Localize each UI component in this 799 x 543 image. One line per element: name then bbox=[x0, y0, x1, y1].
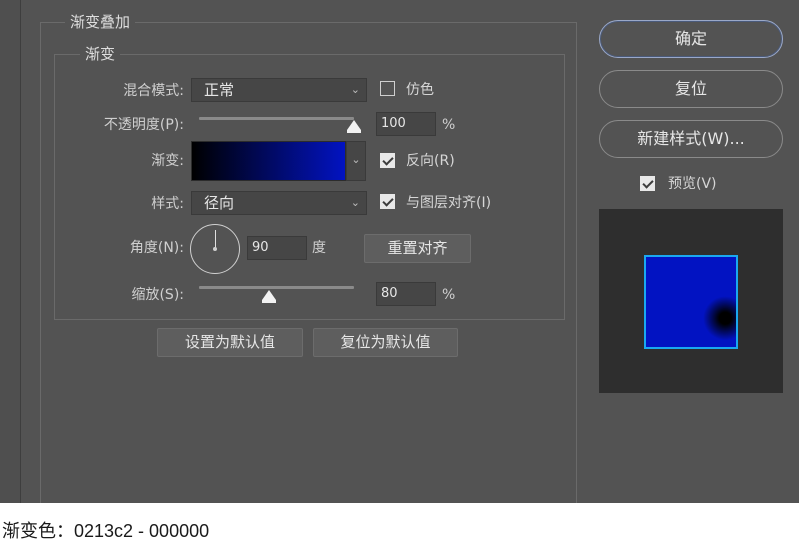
scale-label: 缩放(S): bbox=[131, 287, 184, 303]
preview-thumbnail bbox=[644, 255, 738, 349]
gradient-swatch[interactable] bbox=[191, 141, 346, 181]
reset-button[interactable]: 复位 bbox=[599, 70, 783, 108]
opacity-input[interactable]: 100 bbox=[376, 112, 436, 136]
opacity-slider-track[interactable] bbox=[199, 117, 354, 120]
preview-label: 预览(V) bbox=[668, 176, 717, 192]
gradient-overlay-title: 渐变叠加 bbox=[65, 13, 136, 31]
gradient-label: 渐变: bbox=[151, 153, 184, 169]
gradient-caption: 渐变色：0213c2 - 000000 bbox=[2, 521, 210, 541]
gradient-dropdown[interactable]: ⌄ bbox=[346, 141, 366, 181]
left-panel-edge bbox=[0, 0, 21, 503]
blend-mode-value: 正常 bbox=[204, 81, 235, 99]
angle-label: 角度(N): bbox=[129, 240, 184, 256]
opacity-unit: % bbox=[442, 117, 456, 133]
ok-button[interactable]: 确定 bbox=[599, 20, 783, 58]
opacity-slider-thumb[interactable] bbox=[347, 120, 361, 133]
chevron-down-icon: ⌄ bbox=[351, 153, 361, 166]
reverse-label: 反向(R) bbox=[406, 153, 455, 169]
preview-checkbox[interactable] bbox=[640, 176, 655, 191]
chevron-down-icon: ⌄ bbox=[350, 196, 360, 209]
blend-mode-select[interactable]: 正常 ⌄ bbox=[191, 78, 367, 102]
reset-alignment-button[interactable]: 重置对齐 bbox=[364, 234, 471, 263]
angle-input[interactable]: 90 bbox=[247, 236, 307, 260]
reverse-checkbox[interactable] bbox=[380, 153, 395, 168]
style-value: 径向 bbox=[204, 194, 235, 212]
opacity-label: 不透明度(P): bbox=[103, 117, 184, 133]
new-style-button[interactable]: 新建样式(W)... bbox=[599, 120, 783, 158]
dither-checkbox[interactable] bbox=[380, 81, 395, 96]
angle-unit: 度 bbox=[312, 240, 326, 256]
style-select[interactable]: 径向 ⌄ bbox=[191, 191, 367, 215]
reset-to-default-button[interactable]: 复位为默认值 bbox=[313, 328, 458, 357]
layer-style-dialog: 渐变叠加 渐变 混合模式: 正常 ⌄ 仿色 不透明度(P): 100 % 渐变:… bbox=[0, 0, 799, 503]
scale-slider-thumb[interactable] bbox=[261, 290, 276, 303]
gradient-subgroup-title: 渐变 bbox=[80, 45, 121, 63]
dither-label: 仿色 bbox=[406, 82, 434, 98]
scale-slider-track[interactable] bbox=[199, 286, 354, 289]
blend-mode-label: 混合模式: bbox=[123, 83, 184, 99]
angle-center-dot bbox=[213, 247, 217, 251]
make-default-button[interactable]: 设置为默认值 bbox=[157, 328, 303, 357]
preview-area bbox=[599, 209, 783, 393]
chevron-down-icon: ⌄ bbox=[350, 83, 360, 96]
scale-input[interactable]: 80 bbox=[376, 282, 436, 306]
align-with-layer-checkbox[interactable] bbox=[380, 194, 395, 209]
style-label: 样式: bbox=[151, 196, 184, 212]
scale-unit: % bbox=[442, 287, 456, 303]
align-with-layer-label: 与图层对齐(I) bbox=[406, 195, 492, 211]
angle-dial[interactable] bbox=[190, 224, 240, 274]
angle-needle bbox=[215, 230, 216, 248]
